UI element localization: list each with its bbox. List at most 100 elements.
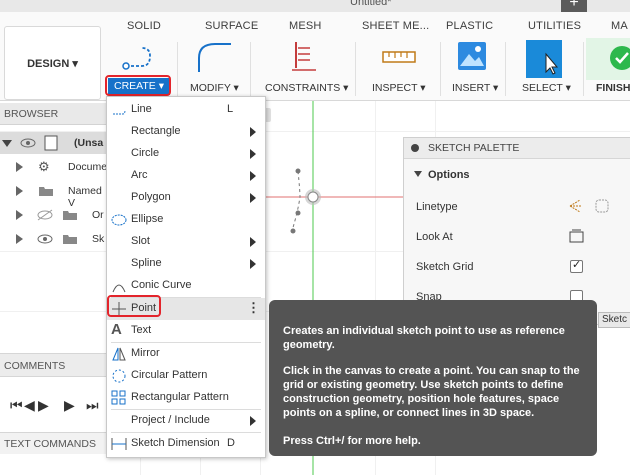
sketch-palette: SKETCH PALETTE Options Linetype Look At … <box>403 137 630 328</box>
circular-pattern-icon <box>112 369 126 383</box>
text-icon: A <box>111 321 122 338</box>
expand-icon[interactable] <box>16 210 23 220</box>
tab-plastic[interactable]: PLASTIC <box>446 20 493 32</box>
menu-item-project-include[interactable]: Project / Include <box>107 410 265 432</box>
menu-item-rectangular-pattern[interactable]: Rectangular Pattern <box>107 387 265 409</box>
create-sketch-icon[interactable] <box>120 40 160 74</box>
measure-icon[interactable] <box>380 40 420 74</box>
conic-curve-icon <box>112 284 126 293</box>
fillet-icon[interactable] <box>195 40 235 74</box>
section-collapse-icon[interactable] <box>414 171 422 177</box>
insert-menu-button[interactable]: INSERT ▾ <box>452 82 498 94</box>
fast-forward-icon[interactable]: ⏭ <box>86 397 99 414</box>
menu-item-mirror[interactable]: Mirror <box>107 343 265 365</box>
tooltip-summary: Creates an individual sketch point to us… <box>283 325 565 351</box>
constraints-menu-button[interactable]: CONSTRAINTS ▾ <box>265 82 348 94</box>
submenu-arrow-icon <box>250 259 256 269</box>
submenu-arrow-icon <box>250 171 256 181</box>
menu-item-conic-curve[interactable]: Conic Curve <box>107 275 265 297</box>
menu-item-slot[interactable]: Slot <box>107 231 265 253</box>
menu-item-spline[interactable]: Spline <box>107 253 265 275</box>
menu-item-label: Line <box>131 103 152 115</box>
collapse-dot-icon[interactable] <box>411 144 419 152</box>
tab-solid[interactable]: SOLID <box>127 20 161 32</box>
line-icon <box>113 109 126 115</box>
finish-sketch-partial-button[interactable]: Sketc <box>598 312 630 328</box>
sketch-palette-title: SKETCH PALETTE <box>428 142 520 154</box>
play-icon[interactable]: ▶ <box>38 397 49 414</box>
look-at-icon[interactable] <box>569 228 585 244</box>
submenu-arrow-icon <box>250 193 256 203</box>
browser-item-root[interactable]: (Unsa <box>0 132 106 154</box>
menu-item-label: Conic Curve <box>131 279 192 291</box>
toolbar-separator <box>583 42 584 96</box>
step-forward-icon[interactable]: ▶ <box>64 397 75 414</box>
finish-sketch-icon[interactable] <box>586 38 630 80</box>
toolbar-separator <box>440 42 441 96</box>
insert-image-icon[interactable] <box>456 40 488 74</box>
inspect-menu-button[interactable]: INSPECT ▾ <box>372 82 426 94</box>
submenu-arrow-icon <box>250 127 256 137</box>
constraint-icon[interactable] <box>290 40 318 74</box>
toolbar: DESIGN ▾ CREATE ▾ MODIFY ▾ CONSTRAINTS ▾… <box>0 26 630 101</box>
browser-item-label: Or <box>92 209 104 221</box>
browser-item-document-settings[interactable]: ⚙ Docume <box>0 156 108 178</box>
menu-item-circle[interactable]: Circle <box>107 143 265 165</box>
expand-icon[interactable] <box>16 186 23 196</box>
tab-surface[interactable]: SURFACE <box>205 20 258 32</box>
select-menu-button[interactable]: SELECT ▾ <box>522 82 571 94</box>
menu-item-label: Circular Pattern <box>131 369 208 381</box>
expand-icon[interactable] <box>16 234 23 244</box>
linetype-icons[interactable] <box>568 198 612 214</box>
sketch-grid-checkbox[interactable]: ✓ <box>570 259 583 273</box>
tab-utilities[interactable]: UTILITIES <box>528 20 581 32</box>
menu-item-ellipse[interactable]: Ellipse <box>107 209 265 231</box>
menu-item-label: Project / Include <box>131 414 210 426</box>
browser-item-named-views[interactable]: Named V <box>0 180 106 209</box>
menu-item-label: Ellipse <box>131 213 164 225</box>
menu-item-sketch-dimension[interactable]: Sketch Dimension D <box>107 433 265 455</box>
browser-item-label: Docume <box>68 161 108 173</box>
tab-mesh[interactable]: MESH <box>289 20 322 32</box>
menu-item-polygon[interactable]: Polygon <box>107 187 265 209</box>
menu-item-text[interactable]: A Text <box>107 320 265 342</box>
tooltip-help: Press Ctrl+/ for more help. <box>283 435 421 447</box>
folder-icon <box>39 187 53 196</box>
sketch-grid-label: Sketch Grid <box>416 261 474 273</box>
select-icon[interactable] <box>524 40 564 80</box>
tab-sheet-metal[interactable]: SHEET ME... <box>362 20 429 32</box>
browser-item-sketches[interactable]: Sk <box>0 228 106 250</box>
point-highlight-box <box>107 295 161 317</box>
expand-icon[interactable] <box>16 162 23 172</box>
tab-manage[interactable]: MA <box>611 20 628 32</box>
more-options-icon[interactable]: ⋮ <box>247 300 260 316</box>
design-workspace-button[interactable]: DESIGN ▾ <box>4 26 101 100</box>
finish-sketch-area[interactable] <box>586 38 630 80</box>
sketch-palette-header[interactable]: SKETCH PALETTE <box>404 138 630 159</box>
menu-item-label: Spline <box>131 257 162 269</box>
eye-hidden-icon[interactable] <box>36 208 54 222</box>
toolbar-separator <box>177 42 178 96</box>
finish-sketch-button[interactable]: FINISH <box>596 82 630 94</box>
eye-icon[interactable] <box>36 232 54 246</box>
browser-item-origin[interactable]: Or <box>0 204 106 226</box>
menu-item-arc[interactable]: Arc <box>107 165 265 187</box>
eye-icon[interactable] <box>20 136 36 150</box>
comments-panel-header[interactable]: COMMENTS <box>0 353 106 377</box>
menu-item-label: Circle <box>131 147 160 159</box>
menu-item-line[interactable]: Line L <box>107 99 265 121</box>
modify-menu-button[interactable]: MODIFY ▾ <box>190 82 239 94</box>
menu-item-rectangle[interactable]: Rectangle <box>107 121 265 143</box>
folder-icon <box>63 211 77 220</box>
linetype-label: Linetype <box>416 201 458 213</box>
rewind-icon[interactable]: ⏮ <box>10 397 23 414</box>
menu-item-label: Polygon <box>131 191 171 203</box>
menu-shortcut: D <box>227 437 235 449</box>
point-tooltip: Creates an individual sketch point to us… <box>269 300 597 456</box>
step-back-icon[interactable]: ◀ <box>24 397 35 414</box>
new-tab-button[interactable]: + <box>561 0 587 12</box>
collapse-icon[interactable] <box>2 140 12 147</box>
text-commands-header[interactable]: TEXT COMMANDS <box>0 432 106 454</box>
browser-panel: BROWSER (Unsa ⚙ Docume Named V Or Sk <box>0 103 108 253</box>
menu-item-circular-pattern[interactable]: Circular Pattern <box>107 365 265 387</box>
